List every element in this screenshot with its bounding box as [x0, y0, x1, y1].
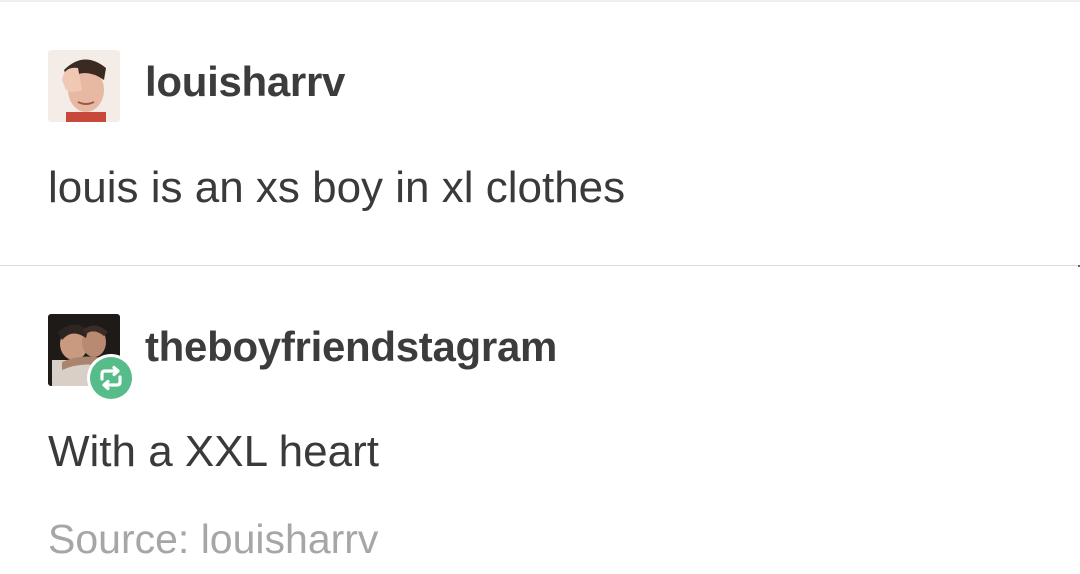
post-text: louis is an xs boy in xl clothes [48, 163, 626, 212]
post-text: With a XXL heart [48, 427, 379, 476]
post-username[interactable]: louisharrv [145, 61, 345, 103]
reblog-badge [87, 354, 135, 402]
reblog-icon [90, 357, 132, 399]
avatar-louisharrv[interactable] [48, 50, 120, 122]
post-divider [0, 265, 1080, 266]
post-reblog: theboyfriendstagram With a XXL heart Sou… [0, 267, 1080, 574]
source-link[interactable]: Source: louisharrv [48, 519, 378, 560]
post-username[interactable]: theboyfriendstagram [145, 326, 557, 368]
post-original: louisharrv louis is an xs boy in xl clot… [0, 0, 1080, 266]
